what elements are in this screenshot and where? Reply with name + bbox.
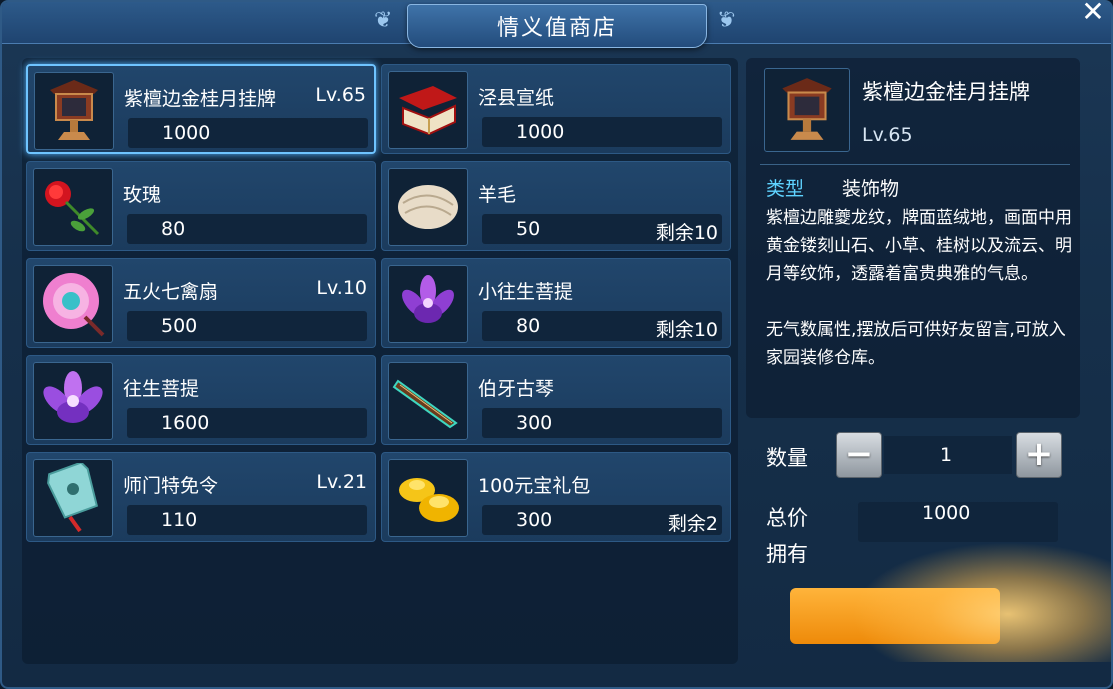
- quantity-value[interactable]: 1: [884, 444, 1008, 466]
- item-level: Lv.65: [315, 84, 366, 106]
- type-label: 类型: [766, 178, 805, 200]
- owned-label: 拥有: [766, 542, 808, 566]
- item-card-fan[interactable]: 五火七禽扇 Lv.10 500: [26, 258, 376, 348]
- item-price: 300: [516, 412, 553, 434]
- item-price: 80: [516, 315, 541, 337]
- item-price: 1000: [162, 122, 211, 144]
- item-name: 玫瑰: [123, 184, 162, 206]
- wooden-plaque-icon: [764, 68, 850, 152]
- item-card-token[interactable]: 师门特免令 Lv.21 110: [26, 452, 376, 542]
- item-price: 1000: [516, 121, 565, 143]
- paper-box-icon: [388, 71, 468, 149]
- feather-fan-icon: [33, 265, 113, 343]
- purple-flower-icon: [388, 265, 468, 343]
- type-value: 装饰物: [842, 178, 900, 200]
- item-price: 80: [161, 218, 186, 240]
- total-value: 1000: [922, 502, 971, 524]
- window-title: 情义值商店: [496, 16, 617, 41]
- total-label: 总价: [766, 506, 808, 530]
- item-name: 小往生菩提: [478, 281, 574, 303]
- item-name: 羊毛: [478, 184, 517, 206]
- item-price: 1600: [161, 412, 210, 434]
- item-card-bodhi[interactable]: 往生菩提 1600: [26, 355, 376, 445]
- wooden-plaque-icon: [34, 72, 114, 150]
- item-card-ingot[interactable]: 100元宝礼包 300 剩余2: [381, 452, 731, 542]
- buy-button[interactable]: [790, 588, 1000, 644]
- gold-ingot-icon: [388, 459, 468, 537]
- item-name: 100元宝礼包: [478, 475, 591, 497]
- item-level: Lv.10: [316, 277, 367, 299]
- item-price: 300: [516, 509, 553, 531]
- item-name: 师门特免令: [123, 475, 219, 497]
- item-remaining: 剩余10: [655, 222, 718, 244]
- item-card-guqin[interactable]: 伯牙古琴 300: [381, 355, 731, 445]
- item-name: 紫檀边金桂月挂牌: [124, 88, 277, 110]
- minus-icon[interactable]: −: [836, 432, 882, 478]
- item-price: 500: [161, 315, 198, 337]
- description-paragraph: 无气数属性,摆放后可供好友留言,可放入家园装修仓库。: [766, 320, 1066, 368]
- purple-lotus-icon: [33, 362, 113, 440]
- description-paragraph: 紫檀边雕夔龙纹，牌面蓝绒地，画面中用黄金镂刻山石、小草、桂树以及流云、明月等纹饰…: [766, 208, 1072, 284]
- item-card-plaque[interactable]: 紫檀边金桂月挂牌 Lv.65 1000: [26, 64, 376, 154]
- item-name: 伯牙古琴: [478, 378, 555, 400]
- item-name: 往生菩提: [123, 378, 200, 400]
- quantity-label: 数量: [766, 446, 808, 470]
- item-card-wool[interactable]: 羊毛 50 剩余10: [381, 161, 731, 251]
- item-description: 紫檀边雕夔龙纹，牌面蓝绒地，画面中用黄金镂刻山石、小草、桂树以及流云、明月等纹饰…: [766, 204, 1074, 372]
- item-card-small-bodhi[interactable]: 小往生菩提 80 剩余10: [381, 258, 731, 348]
- divider: [760, 164, 1070, 165]
- item-card-paper[interactable]: 泾县宣纸 1000: [381, 64, 731, 154]
- item-price: 50: [516, 218, 541, 240]
- item-name: 泾县宣纸: [478, 87, 555, 109]
- scroll-ornament-icon: ❦: [374, 8, 393, 33]
- rose-icon: [33, 168, 113, 246]
- item-name: 五火七禽扇: [123, 281, 219, 303]
- shop-window: ❦ ❦ 情义值商店 ✕ 紫檀边金桂月挂牌 Lv.65 1000 泾县宣纸 100…: [0, 0, 1113, 689]
- wool-icon: [388, 168, 468, 246]
- item-level: Lv.21: [316, 471, 367, 493]
- item-card-rose[interactable]: 玫瑰 80: [26, 161, 376, 251]
- guqin-icon: [388, 362, 468, 440]
- plus-icon[interactable]: +: [1016, 432, 1062, 478]
- item-remaining: 剩余2: [667, 513, 718, 535]
- detail-item-name: 紫檀边金桂月挂牌: [862, 80, 1030, 104]
- item-price: 110: [161, 509, 198, 531]
- jade-token-icon: [33, 459, 113, 537]
- item-remaining: 剩余10: [655, 319, 718, 341]
- title-plaque: 情义值商店: [407, 4, 707, 48]
- scroll-ornament-icon: ❦: [717, 8, 736, 33]
- close-icon[interactable]: ✕: [1079, 2, 1107, 26]
- detail-item-level: Lv.65: [862, 124, 913, 146]
